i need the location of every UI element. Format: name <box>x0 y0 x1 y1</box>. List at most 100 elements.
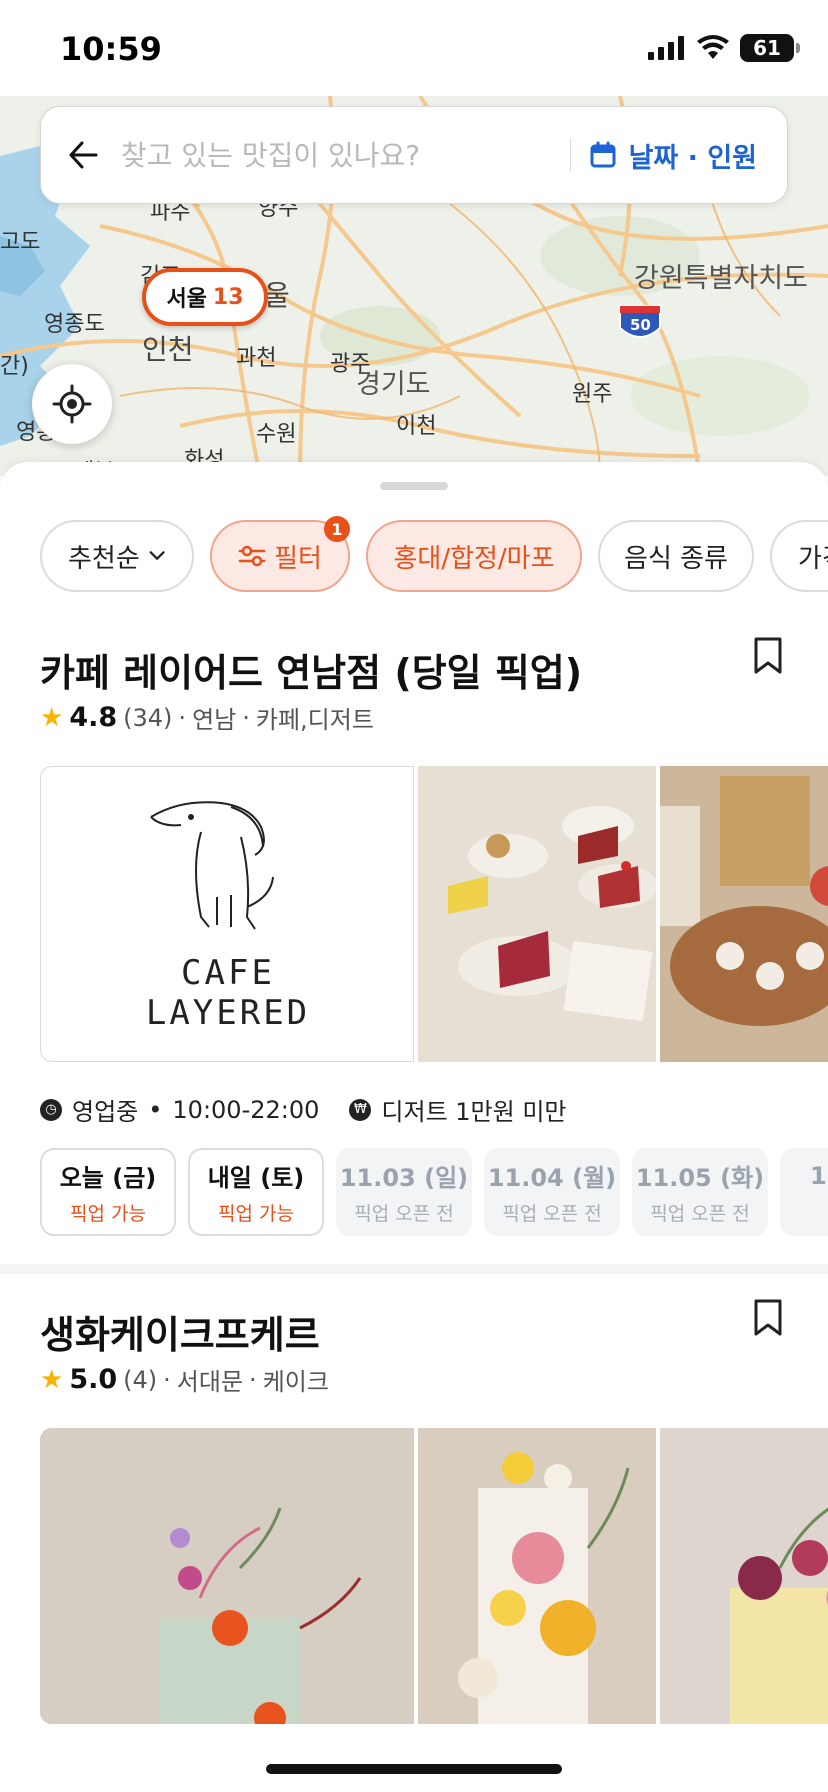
pickup-day-today[interactable]: 오늘 (금) 픽업 가능 <box>40 1148 176 1236</box>
flower-cake-art <box>660 1428 828 1724</box>
status-bar: 10:59 61 <box>0 0 828 96</box>
logo-line-1: CAFE <box>181 953 275 993</box>
review-count: (34) <box>123 703 173 732</box>
day-date: 내일 (토) <box>207 1164 305 1192</box>
filter-count-badge: 1 <box>324 516 350 542</box>
food-type-chip[interactable]: 음식 종류 <box>598 520 754 592</box>
restaurant-name: 카페 레이어드 연남점 (당일 픽업) <box>40 651 583 695</box>
photo-carousel[interactable]: CAFE LAYERED <box>40 766 828 1062</box>
flower-cake-art <box>418 1428 656 1724</box>
cafe-logo-image: CAFE LAYERED <box>40 766 414 1062</box>
sliders-icon <box>238 545 266 567</box>
map-pin-seoul[interactable]: 서울 13 <box>142 268 268 326</box>
sheet-drag-handle[interactable] <box>380 482 448 490</box>
cellular-signal-icon <box>648 36 684 60</box>
pickup-day-1103[interactable]: 11.03 (일) 픽업 오픈 전 <box>336 1148 472 1236</box>
filter-chip[interactable]: 필터 1 <box>210 516 350 592</box>
map-label-gwacheon: 과천 <box>236 346 277 371</box>
food-type-label: 음식 종류 <box>624 543 728 574</box>
day-date: 11.03 (일) <box>339 1164 469 1192</box>
bookmark-icon[interactable] <box>750 1298 786 1338</box>
cake-photo <box>418 766 656 1062</box>
meta-separator: · <box>163 1365 171 1394</box>
map-label-gangwon: 강원특별자치도 <box>634 263 808 294</box>
restaurant-meta: ★ 5.0 (4) · 서대문 · 케이크 <box>40 1362 329 1397</box>
map-label-yeongjongdo: 영종도 <box>44 312 105 337</box>
sort-chip[interactable]: 추천순 <box>40 520 194 592</box>
flower-cake-art <box>40 1428 414 1724</box>
current-location-button[interactable] <box>32 364 112 444</box>
day-status: 픽업 오픈 전 <box>502 1203 602 1225</box>
area-label: 홍대/합정/마포 <box>393 543 555 574</box>
cake-photo-art <box>418 766 656 1062</box>
day-status: 픽업 오픈 전 <box>354 1203 454 1225</box>
map-label-icheon: 이천 <box>396 414 437 439</box>
opening-hours: ◷ 영업중 • 10:00-22:00 <box>40 1092 319 1127</box>
highway-number: 50 <box>630 316 651 334</box>
dessert-photo-art <box>660 766 828 1062</box>
restaurant-category: 케이크 <box>262 1368 329 1396</box>
bookmark-icon[interactable] <box>750 636 786 676</box>
area-chip[interactable]: 홍대/합정/마포 <box>366 520 582 592</box>
home-indicator <box>266 1764 562 1774</box>
back-button[interactable] <box>45 107 121 203</box>
logo-line-2: LAYERED <box>145 993 311 1033</box>
pickup-day-tomorrow[interactable]: 내일 (토) 픽업 가능 <box>188 1148 324 1236</box>
review-count: (4) <box>123 1365 158 1394</box>
search-bar: 날짜 · 인원 <box>40 106 788 204</box>
date-people-label: 날짜 · 인원 <box>628 142 757 174</box>
map-label-incheon: 인천 <box>142 333 194 366</box>
day-status: 픽업 가능 <box>70 1203 146 1225</box>
price-chip[interactable]: 가격 <box>770 520 828 592</box>
meta-separator: · <box>249 1365 257 1394</box>
map-label-wonju: 원주 <box>572 382 613 407</box>
hours-separator: • <box>148 1095 163 1124</box>
price-value: 디저트 1만원 미만 <box>381 1098 567 1126</box>
price-label: 가격 <box>798 543 828 574</box>
crosshair-icon <box>52 384 92 424</box>
day-date: 11.04 (월) <box>487 1164 617 1192</box>
map-label-gyeonggido: 경기도 <box>356 369 431 400</box>
flower-cake-photo <box>418 1428 656 1724</box>
hours-row: ◷ 영업중 • 10:00-22:00 ₩ 디저트 1만원 미만 <box>40 1092 567 1127</box>
meta-separator: · <box>242 703 250 732</box>
filter-label: 필터 <box>274 543 322 574</box>
dog-illustration <box>150 801 274 930</box>
map-pin-count: 13 <box>212 284 244 310</box>
arrow-left-icon <box>69 141 98 169</box>
day-status: 픽업 가능 <box>218 1203 294 1225</box>
hours-value: 10:00-22:00 <box>172 1095 320 1124</box>
flower-cake-photo <box>40 1428 414 1724</box>
chevron-down-icon <box>149 551 165 560</box>
pickup-day-1104[interactable]: 11.04 (월) 픽업 오픈 전 <box>484 1148 620 1236</box>
restaurant-category: 카페,디저트 <box>255 706 374 734</box>
pickup-day-1106[interactable]: 11.06 픽업 <box>780 1148 828 1236</box>
restaurant-area: 서대문 <box>176 1368 244 1396</box>
battery-indicator: 61 <box>740 34 800 62</box>
search-input[interactable] <box>121 138 570 172</box>
date-people-button[interactable]: 날짜 · 인원 <box>589 136 757 175</box>
map-label-suwon: 수원 <box>256 422 297 447</box>
restaurant-name: 생화케이크프케르 <box>40 1313 320 1357</box>
day-date: 오늘 (금) <box>59 1164 157 1192</box>
flower-cake-photo <box>660 1428 828 1724</box>
map-pin-name: 서울 <box>166 287 207 312</box>
price-range: ₩ 디저트 1만원 미만 <box>349 1092 567 1127</box>
photo-carousel[interactable] <box>40 1428 828 1724</box>
status-icons: 61 <box>648 34 800 62</box>
star-icon: ★ <box>40 1364 64 1395</box>
rating-value: 4.8 <box>69 702 118 733</box>
restaurant-meta: ★ 4.8 (34) · 연남 · 카페,디저트 <box>40 700 374 735</box>
day-date: 11.05 (화) <box>635 1164 765 1192</box>
sort-label: 추천순 <box>68 543 140 574</box>
dessert-photo <box>660 766 828 1062</box>
pickup-day-1105[interactable]: 11.05 (화) 픽업 오픈 전 <box>632 1148 768 1236</box>
day-date: 11.06 <box>810 1161 828 1190</box>
open-status: 영업중 <box>72 1098 139 1126</box>
map-label-left: 고도 <box>0 230 41 255</box>
rating-value: 5.0 <box>69 1364 118 1395</box>
star-icon: ★ <box>40 702 64 733</box>
meta-separator: · <box>178 703 187 732</box>
pickup-day-list: 오늘 (금) 픽업 가능 내일 (토) 픽업 가능 11.03 (일) 픽업 오… <box>40 1148 828 1236</box>
search-divider <box>569 138 571 172</box>
